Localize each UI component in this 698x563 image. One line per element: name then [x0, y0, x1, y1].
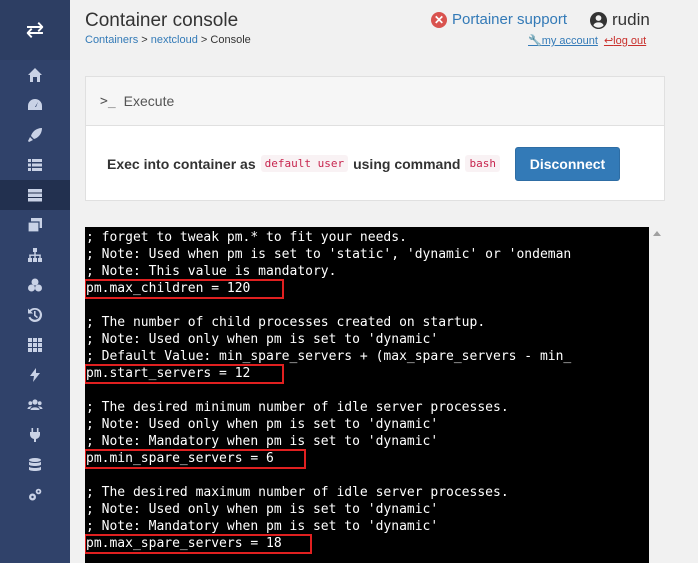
- history-icon: [28, 307, 43, 322]
- sidebar-item-images[interactable]: [0, 210, 70, 240]
- terminal-line: pm.min_spare_servers = 6: [86, 451, 274, 466]
- page-title: Container console: [85, 10, 239, 31]
- widget-header: >_ Execute: [86, 77, 664, 126]
- settings-icon: [29, 488, 42, 501]
- scroll-up-icon[interactable]: [653, 231, 661, 236]
- terminal-line: ; The desired maximum number of idle ser…: [86, 485, 509, 500]
- terminal-line: pm.max_spare_servers = 18: [86, 536, 282, 551]
- home-icon: [28, 68, 42, 82]
- database-icon: [29, 458, 41, 471]
- list-icon: [28, 159, 42, 171]
- terminal-line: ; Note: Mandatory when pm is set to 'dyn…: [86, 434, 439, 449]
- grid-icon: [28, 338, 42, 352]
- volumes-icon: [28, 278, 42, 292]
- account-links: 🔧my account ↩log out: [528, 34, 646, 47]
- sidebar-item-app-templates[interactable]: [0, 120, 70, 150]
- sidebar-item-settings[interactable]: [0, 480, 70, 510]
- close-circle-icon: ✕: [431, 11, 447, 28]
- exec-text-before: Exec into container as: [107, 155, 256, 172]
- terminal-line: ; Note: Used only when pm is set to 'dyn…: [86, 502, 439, 517]
- terminal-line: ; Note: Used only when pm is set to 'dyn…: [86, 417, 439, 432]
- images-icon: [27, 218, 42, 233]
- sidebar-toggle-icon[interactable]: ⇄: [0, 0, 70, 60]
- support-label: Portainer support: [452, 11, 568, 28]
- terminal-line: pm.max_children = 120: [86, 281, 251, 296]
- sidebar-item-stacks[interactable]: [0, 150, 70, 180]
- breadcrumb-separator: >: [197, 34, 211, 46]
- terminal-line: ; Default Value: min_spare_servers + (ma…: [86, 349, 572, 364]
- sidebar-item-dashboard[interactable]: [0, 90, 70, 120]
- rocket-icon: [28, 128, 42, 142]
- terminal-line: pm.start_servers = 12: [86, 366, 251, 381]
- users-icon: [27, 399, 43, 410]
- terminal-line: ; Note: Mandatory when pm is set to 'dyn…: [86, 519, 439, 534]
- logout-icon: ↩: [603, 35, 614, 47]
- networks-icon: [28, 248, 42, 262]
- user-info: rudin: [590, 10, 650, 30]
- terminal-line: ; forget to tweak pm.* to fit your needs…: [86, 230, 407, 245]
- terminal-line: ; Note: Used when pm is set to 'static',…: [86, 247, 572, 262]
- terminal-line: ; Note: This value is mandatory.: [86, 264, 337, 279]
- exec-text-middle: using command: [353, 155, 461, 172]
- terminal-line: ; The desired minimum number of idle ser…: [86, 400, 509, 415]
- breadcrumb: Containers > nextcloud > Console: [85, 34, 251, 46]
- breadcrumb-containers-link[interactable]: Containers: [85, 34, 138, 46]
- containers-icon: [28, 189, 42, 202]
- breadcrumb-separator: >: [138, 34, 151, 46]
- breadcrumb-container-link[interactable]: nextcloud: [151, 34, 198, 46]
- sidebar: ⇄: [0, 0, 70, 563]
- user-code: default user: [260, 155, 349, 172]
- widget-body: Exec into container as default user usin…: [86, 126, 664, 201]
- sidebar-item-volumes[interactable]: [0, 270, 70, 300]
- wrench-icon: 🔧: [528, 35, 542, 47]
- my-account-link[interactable]: 🔧my account: [528, 34, 598, 47]
- sidebar-item-endpoints[interactable]: [0, 420, 70, 450]
- sidebar-item-networks[interactable]: [0, 240, 70, 270]
- sidebar-item-containers[interactable]: [0, 180, 70, 210]
- terminal-line: ; Note: Used only when pm is set to 'dyn…: [86, 332, 439, 347]
- terminal-line: ; The number of child processes created …: [86, 315, 486, 330]
- terminal-console[interactable]: ; forget to tweak pm.* to fit your needs…: [85, 227, 649, 563]
- plug-icon: [30, 428, 40, 442]
- username: rudin: [612, 10, 650, 29]
- command-code: bash: [465, 155, 500, 172]
- logout-link[interactable]: ↩log out: [604, 34, 646, 47]
- sidebar-item-events[interactable]: [0, 300, 70, 330]
- terminal-icon: >_: [100, 93, 116, 109]
- sidebar-item-engine[interactable]: [0, 330, 70, 360]
- sidebar-item-users[interactable]: [0, 390, 70, 420]
- user-icon: [590, 11, 607, 29]
- bolt-icon: [30, 368, 40, 382]
- sidebar-item-extensions[interactable]: [0, 360, 70, 390]
- sidebar-item-registries[interactable]: [0, 450, 70, 480]
- widget-title: Execute: [123, 93, 175, 109]
- terminal-scrollbar[interactable]: [649, 227, 665, 563]
- portainer-support-link[interactable]: ✕ Portainer support: [431, 11, 567, 28]
- dashboard-icon: [28, 99, 42, 110]
- disconnect-button[interactable]: Disconnect: [514, 146, 620, 181]
- sidebar-item-home[interactable]: [0, 60, 70, 90]
- execute-widget: >_ Execute Exec into container as defaul…: [85, 76, 665, 201]
- breadcrumb-current: Console: [210, 34, 251, 46]
